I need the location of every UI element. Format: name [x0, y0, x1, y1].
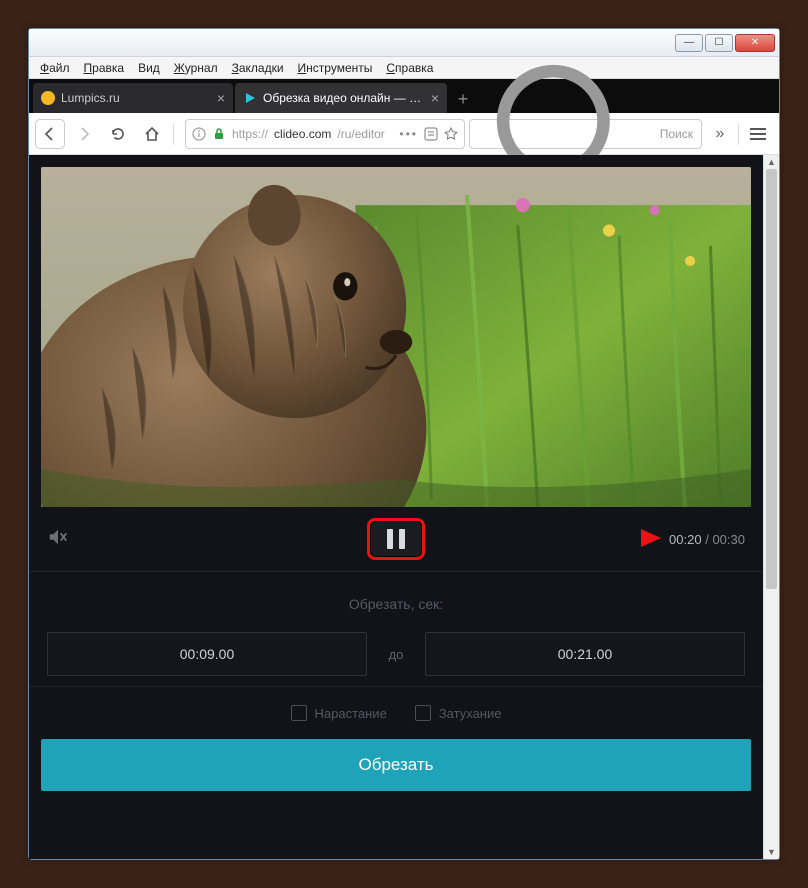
lock-icon [212, 127, 226, 141]
pause-button[interactable] [367, 518, 425, 560]
scroll-down-arrow-icon[interactable]: ▼ [764, 845, 779, 859]
video-preview[interactable] [41, 167, 751, 507]
search-bar[interactable]: Поиск [469, 119, 702, 149]
window-minimize-button[interactable]: — [675, 34, 703, 52]
trim-from-input[interactable]: 00:09.00 [47, 632, 367, 676]
reader-icon[interactable] [424, 127, 438, 141]
url-host: clideo.com [274, 127, 331, 141]
checkbox-icon [415, 705, 431, 721]
total-time: 00:30 [712, 532, 745, 547]
menu-bar: Файл Правка Вид Журнал Закладки Инструме… [29, 57, 779, 79]
url-path: /ru/editor [337, 127, 393, 141]
menu-file[interactable]: Файл [40, 61, 70, 75]
trim-to-label: до [381, 647, 411, 662]
trim-section: Обрезать, сек: 00:09.00 до 00:21.00 [29, 571, 763, 686]
mute-icon[interactable] [47, 526, 69, 553]
favicon-clideo-icon [243, 91, 257, 105]
browser-window: — ☐ ✕ Файл Правка Вид Журнал Закладки Ин… [28, 28, 780, 860]
content-area: 00:20 / 00:30 Обрезать, сек: 00:09.00 до… [29, 155, 779, 859]
menu-tools[interactable]: Инструменты [298, 61, 373, 75]
tab-bar: Lumpics.ru × Обрезка видео онлайн — Обр … [29, 79, 779, 113]
bookmark-star-icon[interactable] [444, 127, 458, 141]
nav-reload-button[interactable] [103, 119, 133, 149]
pause-icon [387, 529, 405, 549]
fade-options: Нарастание Затухание [29, 686, 763, 739]
fade-in-checkbox[interactable]: Нарастание [291, 705, 387, 721]
menu-history[interactable]: Журнал [174, 61, 218, 75]
new-tab-button[interactable]: + [449, 85, 477, 113]
tab-close-icon[interactable]: × [217, 90, 225, 106]
trim-title: Обрезать, сек: [47, 596, 745, 612]
tab-close-icon[interactable]: × [431, 90, 439, 106]
url-protocol: https:// [232, 127, 268, 141]
menu-view[interactable]: Вид [138, 61, 160, 75]
annotation-arrow-icon [583, 525, 663, 551]
app-menu-button[interactable] [743, 119, 773, 149]
favicon-lumpics-icon [41, 91, 55, 105]
navigation-toolbar: https:// clideo.com/ru/editor ••• Поиск » [29, 113, 779, 155]
player-controls: 00:20 / 00:30 [29, 507, 763, 571]
nav-home-button[interactable] [137, 119, 167, 149]
tab-title: Обрезка видео онлайн — Обр [263, 91, 425, 105]
tab-clideo[interactable]: Обрезка видео онлайн — Обр × [235, 83, 447, 113]
current-time: 00:20 [669, 532, 702, 547]
window-maximize-button[interactable]: ☐ [705, 34, 733, 52]
checkbox-icon [291, 705, 307, 721]
trim-to-input[interactable]: 00:21.00 [425, 632, 745, 676]
time-display: 00:20 / 00:30 [669, 532, 745, 547]
window-close-button[interactable]: ✕ [735, 34, 775, 52]
nav-back-button[interactable] [35, 119, 65, 149]
menu-help[interactable]: Справка [386, 61, 433, 75]
vertical-scrollbar[interactable]: ▲ ▼ [763, 155, 779, 859]
info-icon [192, 127, 206, 141]
page-content: 00:20 / 00:30 Обрезать, сек: 00:09.00 до… [29, 155, 763, 859]
nav-forward-button[interactable] [69, 119, 99, 149]
address-bar[interactable]: https:// clideo.com/ru/editor ••• [185, 119, 465, 149]
fade-out-checkbox[interactable]: Затухание [415, 705, 502, 721]
window-titlebar: — ☐ ✕ [29, 29, 779, 57]
overflow-button[interactable]: » [706, 120, 734, 148]
tab-title: Lumpics.ru [61, 91, 211, 105]
search-placeholder: Поиск [660, 127, 693, 141]
cut-button[interactable]: Обрезать [41, 739, 751, 791]
tab-lumpics[interactable]: Lumpics.ru × [33, 83, 233, 113]
scroll-thumb[interactable] [766, 169, 777, 589]
page-actions-icon[interactable]: ••• [399, 127, 418, 141]
menu-bookmarks[interactable]: Закладки [232, 61, 284, 75]
scroll-up-arrow-icon[interactable]: ▲ [764, 155, 779, 169]
menu-edit[interactable]: Правка [84, 61, 125, 75]
